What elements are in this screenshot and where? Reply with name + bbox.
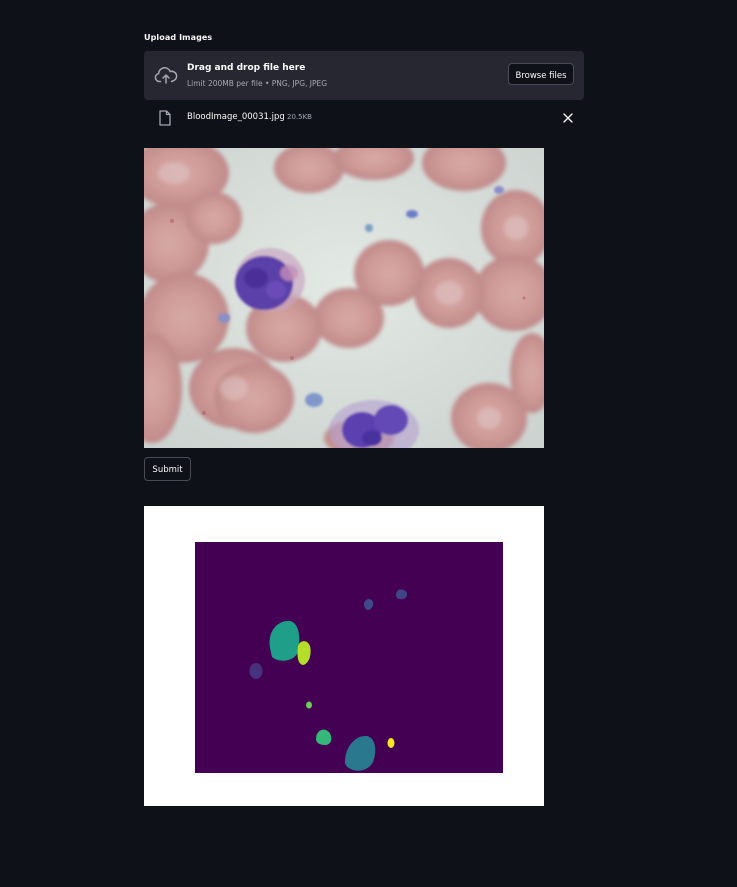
dropzone-subtitle: Limit 200MB per file • PNG, JPG, JPEG [187, 79, 328, 88]
submit-button[interactable]: Submit [144, 457, 191, 481]
app-page: Upload Images Drag and drop file here Li… [0, 0, 737, 887]
blood-smear-image [144, 148, 544, 448]
file-icon [159, 110, 171, 126]
segmentation-output-frame [144, 506, 544, 806]
upload-label: Upload Images [144, 33, 213, 42]
close-icon[interactable] [562, 112, 574, 124]
file-dropzone[interactable]: Drag and drop file here Limit 200MB per … [144, 51, 584, 100]
dropzone-title: Drag and drop file here [187, 63, 306, 73]
uploaded-file-row: BloodImage_00031.jpg 20.5KB [144, 106, 584, 130]
segmentation-mask-image [195, 542, 503, 773]
uploaded-file-size: 20.5KB [287, 113, 312, 121]
cloud-upload-icon [154, 67, 178, 84]
browse-files-button[interactable]: Browse files [508, 63, 574, 85]
uploaded-file-name: BloodImage_00031.jpg [187, 112, 285, 122]
